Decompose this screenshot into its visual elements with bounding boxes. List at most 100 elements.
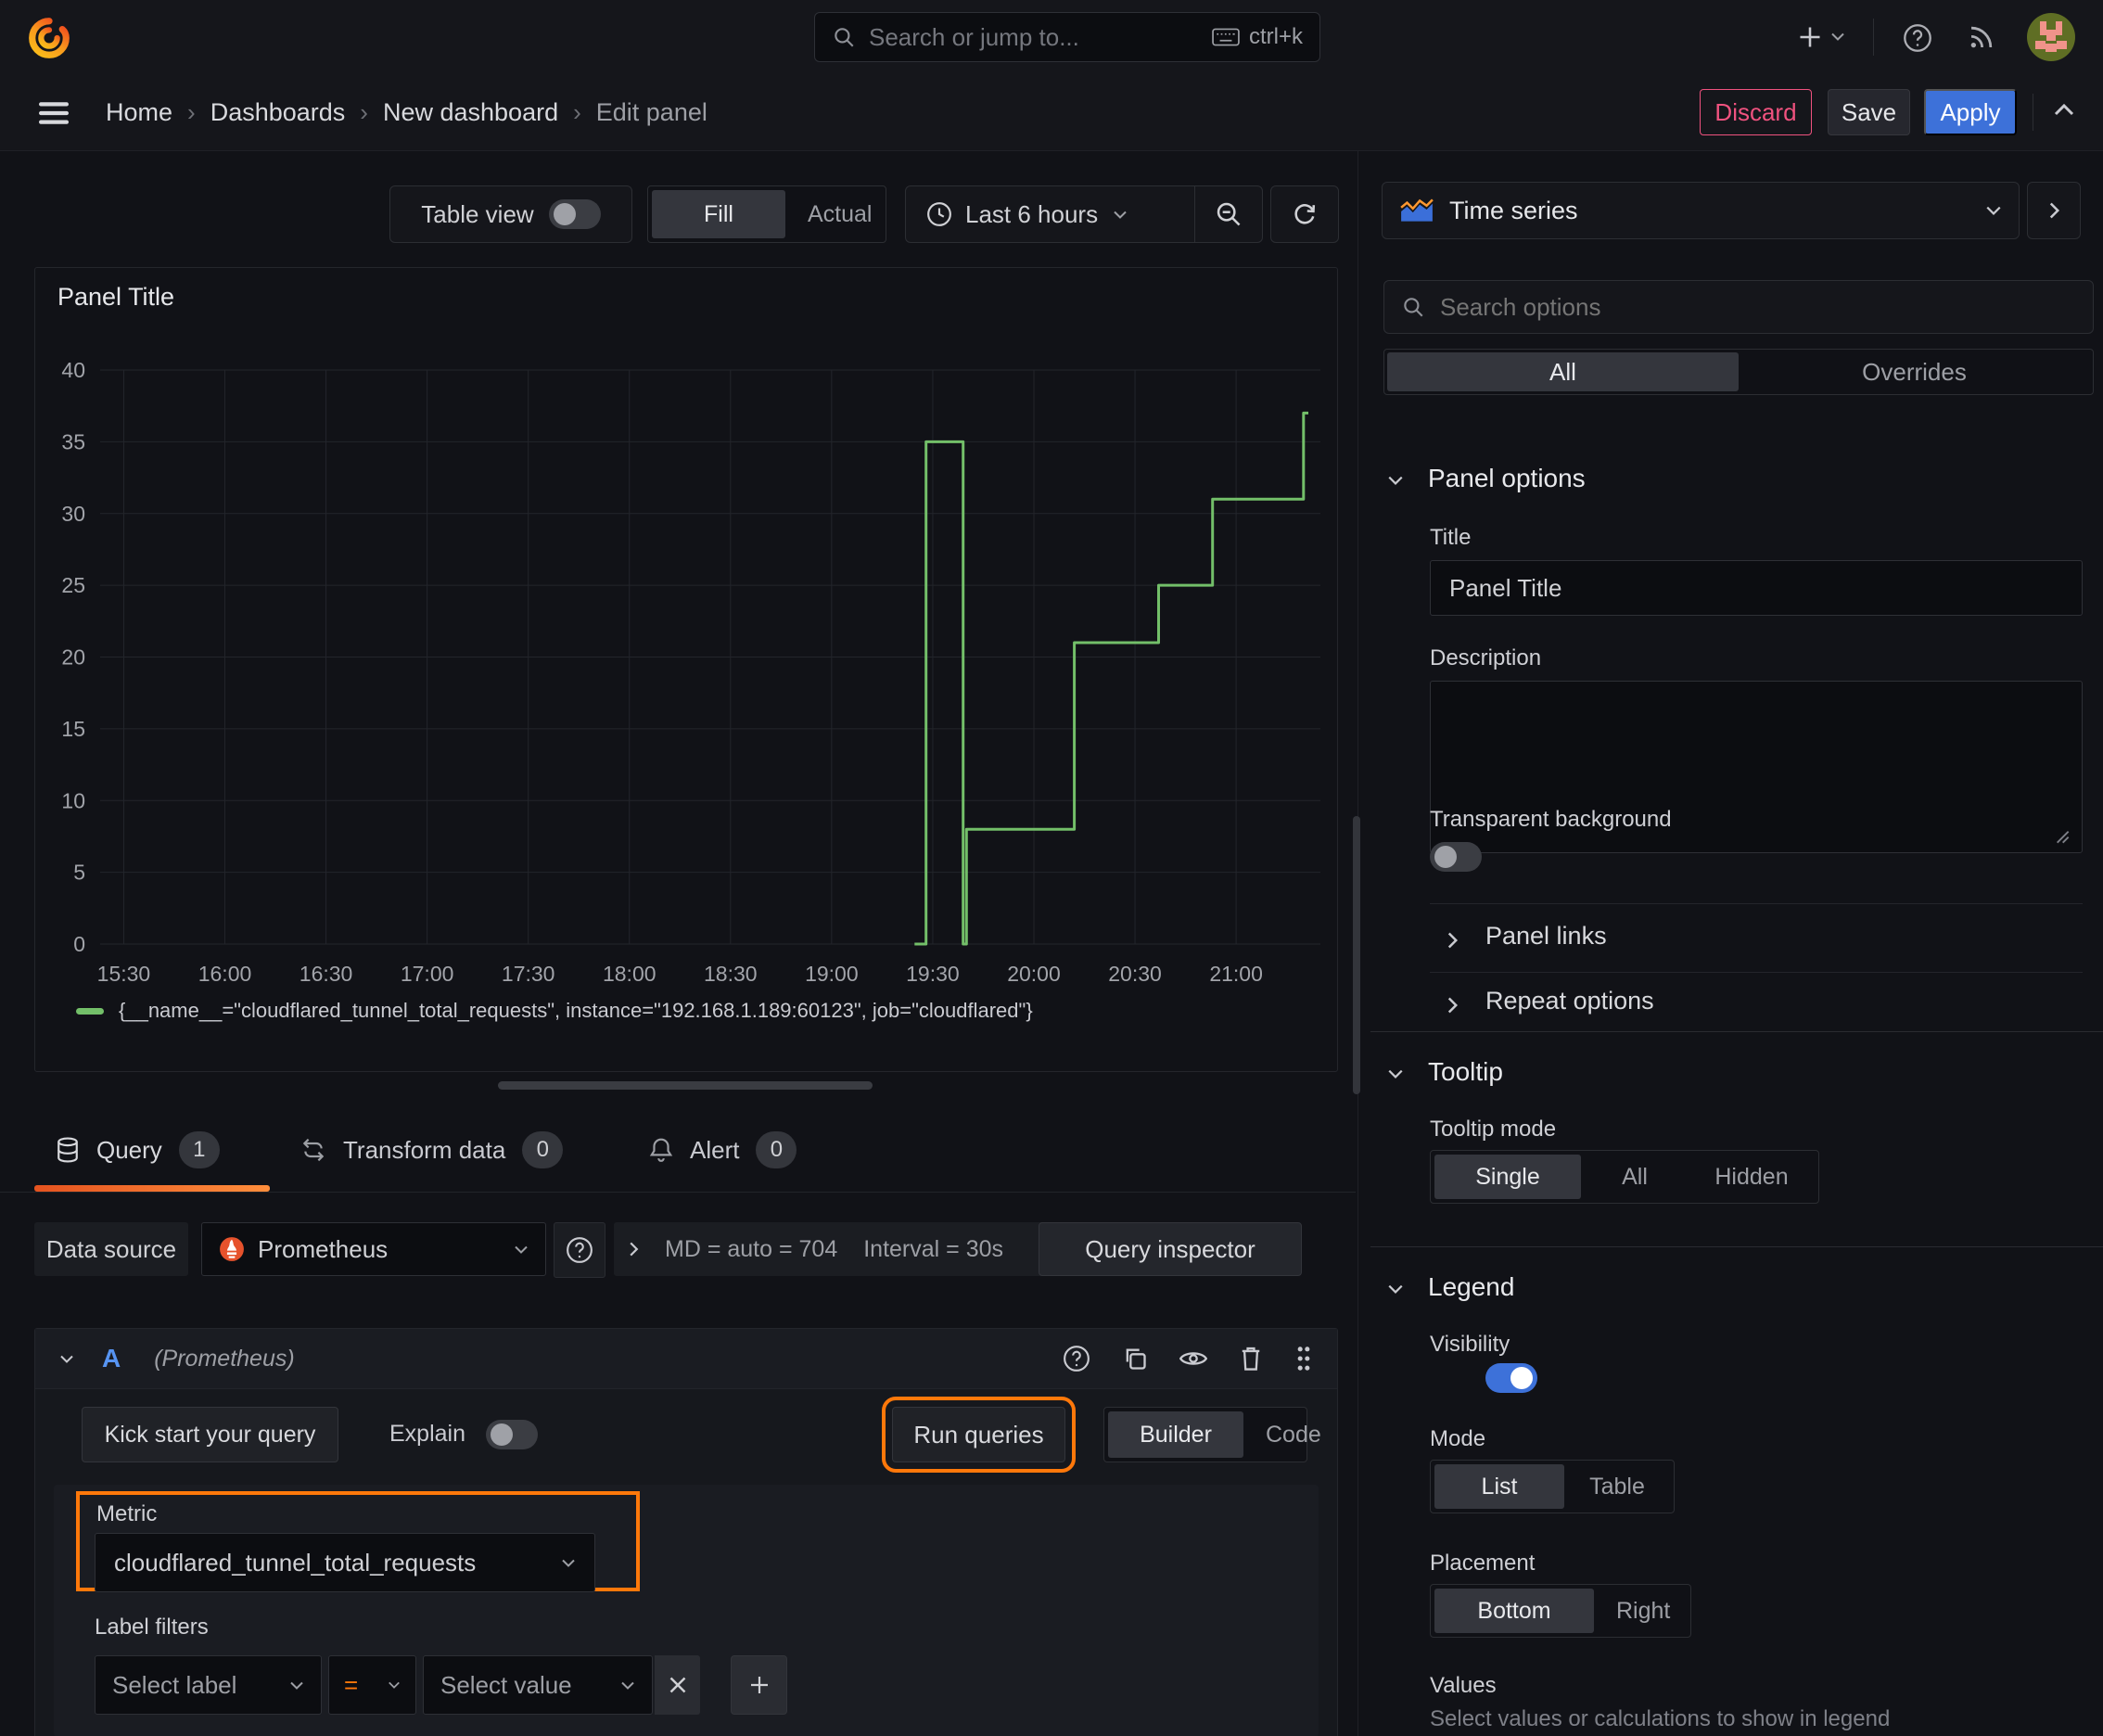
legend-mode-list[interactable]: List — [1434, 1464, 1564, 1509]
legend-placement-bottom[interactable]: Bottom — [1434, 1589, 1594, 1633]
breadcrumb-dashboards[interactable]: Dashboards — [210, 98, 346, 127]
panel-resize-handle[interactable] — [498, 1081, 873, 1090]
global-search-input[interactable] — [867, 21, 1201, 53]
legend-series-label[interactable]: {__name__="cloudflared_tunnel_total_requ… — [119, 999, 1033, 1023]
breadcrumb-home[interactable]: Home — [106, 98, 172, 127]
time-range-chevron-icon[interactable] — [1113, 210, 1128, 220]
panel-options-chevron-icon[interactable] — [1387, 475, 1404, 486]
drag-query-grip-icon[interactable] — [1294, 1346, 1313, 1372]
metric-chevron-icon — [561, 1558, 576, 1568]
actual-option[interactable]: Actual — [785, 190, 894, 238]
breadcrumb-new-dashboard[interactable]: New dashboard — [383, 98, 558, 127]
collapse-options-chevron-up-icon[interactable] — [2053, 103, 2075, 117]
tooltip-mode-all[interactable]: All — [1581, 1155, 1689, 1199]
tooltip-mode-hidden[interactable]: Hidden — [1689, 1155, 1815, 1199]
legend-swatch[interactable] — [76, 1007, 104, 1015]
svg-text:10: 10 — [61, 788, 85, 812]
panel-links-chevron-icon[interactable] — [1447, 931, 1459, 950]
explain-toggle[interactable] — [486, 1420, 538, 1449]
database-icon — [56, 1136, 80, 1164]
grafana-logo-icon[interactable] — [26, 15, 72, 61]
tab-query-count: 1 — [178, 1131, 220, 1168]
collapse-pane-button[interactable] — [2027, 182, 2081, 239]
legend-values-label: Values — [1430, 1673, 1497, 1698]
run-queries-button[interactable]: Run queries — [882, 1397, 1076, 1473]
table-view-toggle[interactable] — [548, 199, 601, 229]
active-tab-underline — [34, 1185, 270, 1192]
panel-options-header[interactable]: Panel options — [1428, 464, 1586, 493]
tooltip-chevron-icon[interactable] — [1387, 1068, 1404, 1079]
query-editor-card: A (Prometheus) Kick start your query Exp… — [34, 1328, 1338, 1736]
news-rss-icon[interactable] — [1968, 23, 1995, 51]
hide-query-eye-icon[interactable] — [1179, 1348, 1207, 1369]
query-inspector-button[interactable]: Query inspector — [1039, 1222, 1302, 1276]
tooltip-header[interactable]: Tooltip — [1428, 1057, 1503, 1087]
remove-filter-button[interactable] — [655, 1655, 700, 1715]
select-value-dropdown[interactable]: Select value — [423, 1655, 653, 1715]
query-row-header[interactable]: A (Prometheus) — [35, 1329, 1337, 1389]
zoom-out-icon[interactable] — [1195, 200, 1262, 228]
transparent-background-toggle[interactable] — [1430, 842, 1482, 872]
legend-chevron-icon[interactable] — [1387, 1283, 1404, 1295]
global-search[interactable]: ctrl+k — [814, 12, 1320, 62]
tab-all[interactable]: All — [1387, 352, 1739, 391]
title-input[interactable] — [1430, 560, 2083, 616]
builder-code-switch: Builder Code — [1103, 1407, 1321, 1462]
help-icon[interactable] — [1903, 23, 1932, 53]
visualization-picker[interactable]: Time series — [1382, 182, 2020, 239]
builder-option[interactable]: Builder — [1108, 1411, 1243, 1458]
tab-alert[interactable]: Alert 0 — [649, 1131, 797, 1168]
search-shortcut-label: ctrl+k — [1248, 24, 1303, 49]
legend-header[interactable]: Legend — [1428, 1272, 1514, 1302]
options-search[interactable] — [1383, 280, 2094, 334]
options-search-input[interactable] — [1438, 291, 2076, 323]
datasource-picker[interactable]: Prometheus — [201, 1222, 546, 1276]
main-scrollbar-thumb[interactable] — [1353, 816, 1360, 1094]
time-series-chart[interactable]: 0 5 10 15 20 25 30 35 40 15:30 16:00 16:30 17:00 17:3… — [35, 342, 1339, 1001]
repeat-options-header[interactable]: Repeat options — [1485, 987, 1654, 1015]
datasource-help-button[interactable] — [554, 1222, 605, 1278]
svg-text:35: 35 — [61, 429, 85, 453]
discard-button[interactable]: Discard — [1700, 89, 1812, 135]
fill-option[interactable]: Fill — [652, 190, 785, 238]
repeat-options-chevron-icon[interactable] — [1447, 996, 1459, 1015]
legend-mode-table[interactable]: Table — [1564, 1464, 1670, 1509]
tab-transform-data[interactable]: Transform data 0 — [300, 1131, 564, 1168]
metric-select[interactable]: cloudflared_tunnel_total_requests — [95, 1533, 595, 1592]
datasource-chevron-icon — [514, 1245, 529, 1255]
svg-text:5: 5 — [73, 861, 85, 885]
kick-start-query-button[interactable]: Kick start your query — [82, 1407, 338, 1462]
refresh-button[interactable] — [1270, 185, 1339, 243]
apply-button[interactable]: Apply — [1924, 89, 2017, 135]
panel-links-header[interactable]: Panel links — [1485, 922, 1607, 951]
svg-text:17:00: 17:00 — [401, 962, 454, 986]
resize-corner-icon[interactable] — [2055, 829, 2070, 844]
legend-placement-right[interactable]: Right — [1594, 1589, 1692, 1633]
menu-icon[interactable] — [39, 101, 69, 125]
code-option[interactable]: Code — [1243, 1411, 1344, 1458]
avatar[interactable] — [2027, 13, 2075, 61]
tab-alert-label: Alert — [690, 1135, 740, 1164]
time-range-label[interactable]: Last 6 hours — [965, 200, 1098, 229]
add-filter-button[interactable] — [731, 1655, 787, 1715]
add-new-chevron-icon[interactable] — [1830, 32, 1845, 42]
legend-visibility-toggle[interactable] — [1485, 1363, 1538, 1393]
options-expand-chevron-icon[interactable] — [629, 1241, 639, 1257]
add-new-button[interactable] — [1797, 24, 1823, 50]
tab-overrides[interactable]: Overrides — [1739, 352, 2090, 391]
query-collapse-chevron-icon[interactable] — [59, 1354, 74, 1364]
delete-query-trash-icon[interactable] — [1239, 1345, 1263, 1372]
tab-query[interactable]: Query 1 — [56, 1131, 220, 1168]
transparent-background-label: Transparent background — [1430, 807, 1672, 832]
query-help-icon[interactable] — [1063, 1345, 1090, 1372]
tab-query-label: Query — [96, 1135, 162, 1164]
query-options-summary[interactable]: MD = auto = 704 Interval = 30s — [614, 1222, 1068, 1276]
options-tabs: All Overrides — [1383, 349, 2094, 395]
select-label-dropdown[interactable]: Select label — [95, 1655, 322, 1715]
operator-dropdown[interactable]: = — [328, 1655, 416, 1715]
save-button[interactable]: Save — [1828, 89, 1910, 135]
tooltip-mode-single[interactable]: Single — [1434, 1155, 1581, 1199]
panel-preview: Panel Title 0 5 10 15 20 25 30 35 40 15:30 16:00 16… — [34, 267, 1338, 1072]
query-ref-id[interactable]: A — [102, 1344, 121, 1373]
duplicate-query-icon[interactable] — [1122, 1346, 1148, 1372]
